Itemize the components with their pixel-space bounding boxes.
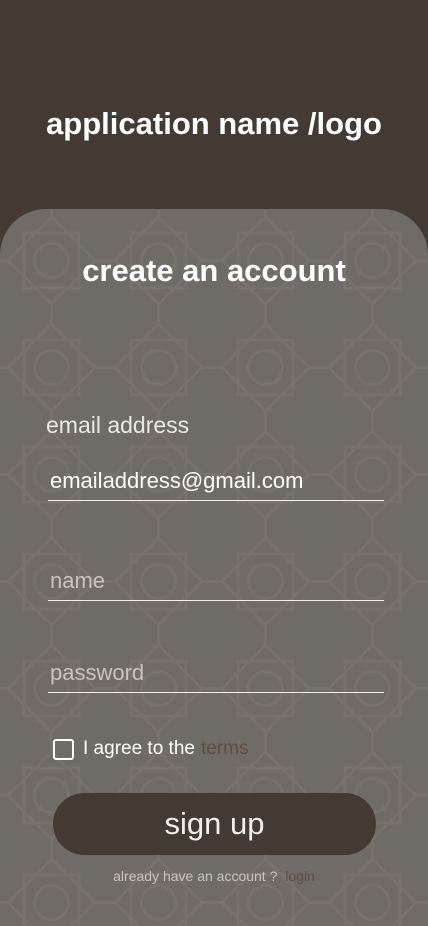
login-prompt: already have an account ? login [0,868,428,884]
signup-screen: application name /logo create an account… [0,0,428,926]
email-label: email address [46,412,190,438]
login-prompt-text: already have an account ? [113,868,278,884]
terms-agreement: I agree to the terms [53,738,248,760]
terms-link[interactable]: terms [201,738,249,760]
terms-checkbox[interactable] [53,738,74,760]
sign-up-button[interactable]: sign up [53,793,376,855]
email-field[interactable] [48,461,384,501]
page-title: create an account [82,253,346,288]
password-field[interactable] [48,653,384,693]
app-logo-title: application name /logo [46,106,382,141]
signup-card: create an account email address I agree … [0,209,428,926]
agree-text: I agree to the [83,738,195,759]
login-link[interactable]: login [285,868,315,884]
name-field[interactable] [48,561,384,601]
